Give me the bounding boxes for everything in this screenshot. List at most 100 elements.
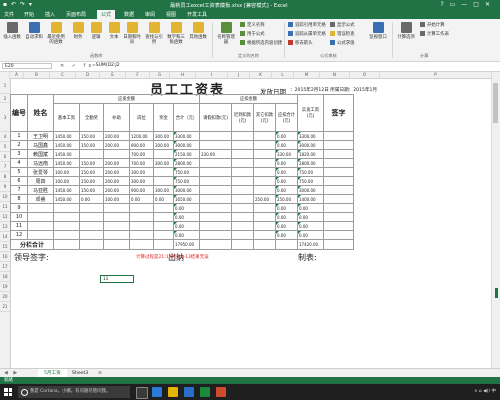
cell-subsidy[interactable]	[103, 221, 130, 231]
cell-bonus[interactable]	[79, 149, 104, 159]
cell-bonus[interactable]: 150.00	[79, 140, 104, 150]
cell-other[interactable]	[253, 176, 276, 186]
cell-bonus[interactable]	[79, 203, 104, 213]
cell-serial[interactable]: 11	[10, 221, 28, 231]
cell-deduct-total[interactable]: 0.00	[275, 185, 298, 195]
define-name-button[interactable]: 定义名称	[240, 22, 265, 28]
cell-absence[interactable]	[199, 203, 232, 213]
cell-name[interactable]: 马国鑫	[27, 140, 54, 150]
cell-other[interactable]: 250.00	[253, 194, 276, 204]
cell-bonus[interactable]	[79, 230, 104, 240]
store-icon[interactable]	[184, 387, 194, 397]
cell-actual[interactable]: 1400.00	[297, 194, 324, 204]
cell-absence[interactable]	[199, 158, 232, 168]
cell-deduct-total[interactable]: 250.00	[275, 194, 298, 204]
row-10[interactable]: 10	[0, 192, 10, 202]
row-6[interactable]: 6	[0, 152, 10, 162]
cell-subsidy[interactable]: 100.00	[103, 194, 130, 204]
cell-position[interactable]: 700.00	[129, 158, 154, 168]
calculate-sheet-button[interactable]: 计算工作表	[420, 31, 449, 37]
cell-absence[interactable]	[199, 176, 232, 186]
cell-total[interactable]: 3300.00	[173, 131, 200, 141]
show-formulas-button[interactable]: 显示公式	[330, 22, 355, 28]
cell-sign[interactable]	[323, 140, 354, 150]
cell-name[interactable]	[27, 230, 54, 240]
tab-file[interactable]: 文件	[4, 11, 14, 18]
cell-late[interactable]	[231, 203, 254, 213]
cell-absence[interactable]	[199, 140, 232, 150]
cell-position[interactable]: 900.00	[129, 185, 154, 195]
cell-late[interactable]	[231, 131, 254, 141]
tab-page-layout[interactable]: 页面布局	[66, 11, 86, 18]
cell-actual[interactable]: 750.00	[297, 167, 324, 177]
cell-deduct-total[interactable]: 0.00	[275, 158, 298, 168]
cell-total[interactable]: 3000.00	[173, 185, 200, 195]
cell-late[interactable]	[231, 212, 254, 222]
cell-bonus[interactable]	[79, 212, 104, 222]
name-box[interactable]: E20	[2, 63, 52, 69]
cell-serial[interactable]: 3	[10, 149, 28, 159]
cell-base[interactable]: 1450.00	[53, 140, 80, 150]
insert-function-button[interactable]: 插入函数	[2, 22, 22, 40]
cell-bonus[interactable]: 150.00	[79, 167, 104, 177]
cell-total[interactable]: 0.00	[173, 212, 200, 222]
cell-absence[interactable]	[199, 194, 232, 204]
cell-name[interactable]	[27, 221, 54, 231]
more-functions-button[interactable]: 其他函数	[188, 22, 208, 40]
cell-bonus[interactable]: 150.00	[79, 176, 104, 186]
logical-button[interactable]: 逻辑	[86, 22, 106, 40]
app-icon[interactable]	[216, 387, 226, 397]
cell-serial[interactable]: 9	[10, 203, 28, 213]
cell-serial[interactable]: 12	[10, 230, 28, 240]
cell-award[interactable]	[153, 221, 174, 231]
cell-position[interactable]: 900.00	[129, 140, 154, 150]
cell-base[interactable]: 100.00	[53, 167, 80, 177]
text-button[interactable]: 文本	[104, 22, 124, 40]
header-bonus[interactable]: 全勤奖	[79, 103, 104, 132]
cell-base[interactable]	[53, 212, 80, 222]
task-view-icon[interactable]	[136, 387, 148, 399]
watch-window-button[interactable]: 监视窗口	[368, 22, 388, 40]
cell-other[interactable]	[253, 140, 276, 150]
cell-serial[interactable]: 6	[10, 176, 28, 186]
header-absence[interactable]: 请假扣款(元)	[199, 103, 232, 132]
calculation-options-button[interactable]: 计算选项	[396, 22, 416, 40]
cell-late[interactable]	[231, 185, 254, 195]
window-controls[interactable]: ?▭—□✕	[440, 1, 496, 8]
subtotal-total[interactable]: 17950.00	[173, 239, 200, 250]
header-deduct-group[interactable]: 应扣金额	[199, 94, 298, 104]
lookup-button[interactable]: 查找与引用	[144, 22, 164, 45]
maximize-icon[interactable]: □	[473, 1, 485, 8]
cell-total[interactable]: 0.00	[173, 221, 200, 231]
row-7[interactable]: 7	[0, 162, 10, 172]
cell-deduct-total[interactable]: 0.00	[275, 140, 298, 150]
cell-position[interactable]	[129, 230, 154, 240]
tab-view[interactable]: 视图	[166, 11, 176, 18]
cell-total[interactable]: 2150.00	[173, 149, 200, 159]
row-19[interactable]: 19	[0, 282, 10, 292]
row-17[interactable]: 17	[0, 262, 10, 272]
excel-icon[interactable]	[200, 387, 210, 397]
cell-award[interactable]	[153, 203, 174, 213]
row-9[interactable]: 9	[0, 182, 10, 192]
header-late[interactable]: 迟到扣款(元)	[231, 103, 254, 132]
cell-award[interactable]: 300.00	[153, 158, 174, 168]
cell-subsidy[interactable]: 200.00	[103, 176, 130, 186]
cell-position[interactable]: 700.00	[129, 149, 154, 159]
cell-subsidy[interactable]: 200.00	[103, 185, 130, 195]
header-other[interactable]: 其它扣款(元)	[253, 103, 276, 132]
cell-bonus[interactable]: 0.00	[79, 194, 104, 204]
cell-actual[interactable]: 0.00	[297, 212, 324, 222]
cell-total[interactable]: 750.00	[173, 167, 200, 177]
cell-sign[interactable]	[323, 212, 354, 222]
selected-cell[interactable]: 13	[100, 275, 134, 283]
cell-base[interactable]: 100.00	[53, 176, 80, 186]
windows-start-icon[interactable]	[4, 388, 12, 396]
cell-subsidy[interactable]	[103, 212, 130, 222]
scrollbar-thumb[interactable]	[493, 83, 498, 123]
row-14[interactable]: 14	[0, 232, 10, 242]
cell-actual[interactable]: 0.00	[297, 221, 324, 231]
row-18[interactable]: 18	[0, 272, 10, 282]
cell-late[interactable]	[231, 221, 254, 231]
cell-award[interactable]: 300.00	[153, 140, 174, 150]
